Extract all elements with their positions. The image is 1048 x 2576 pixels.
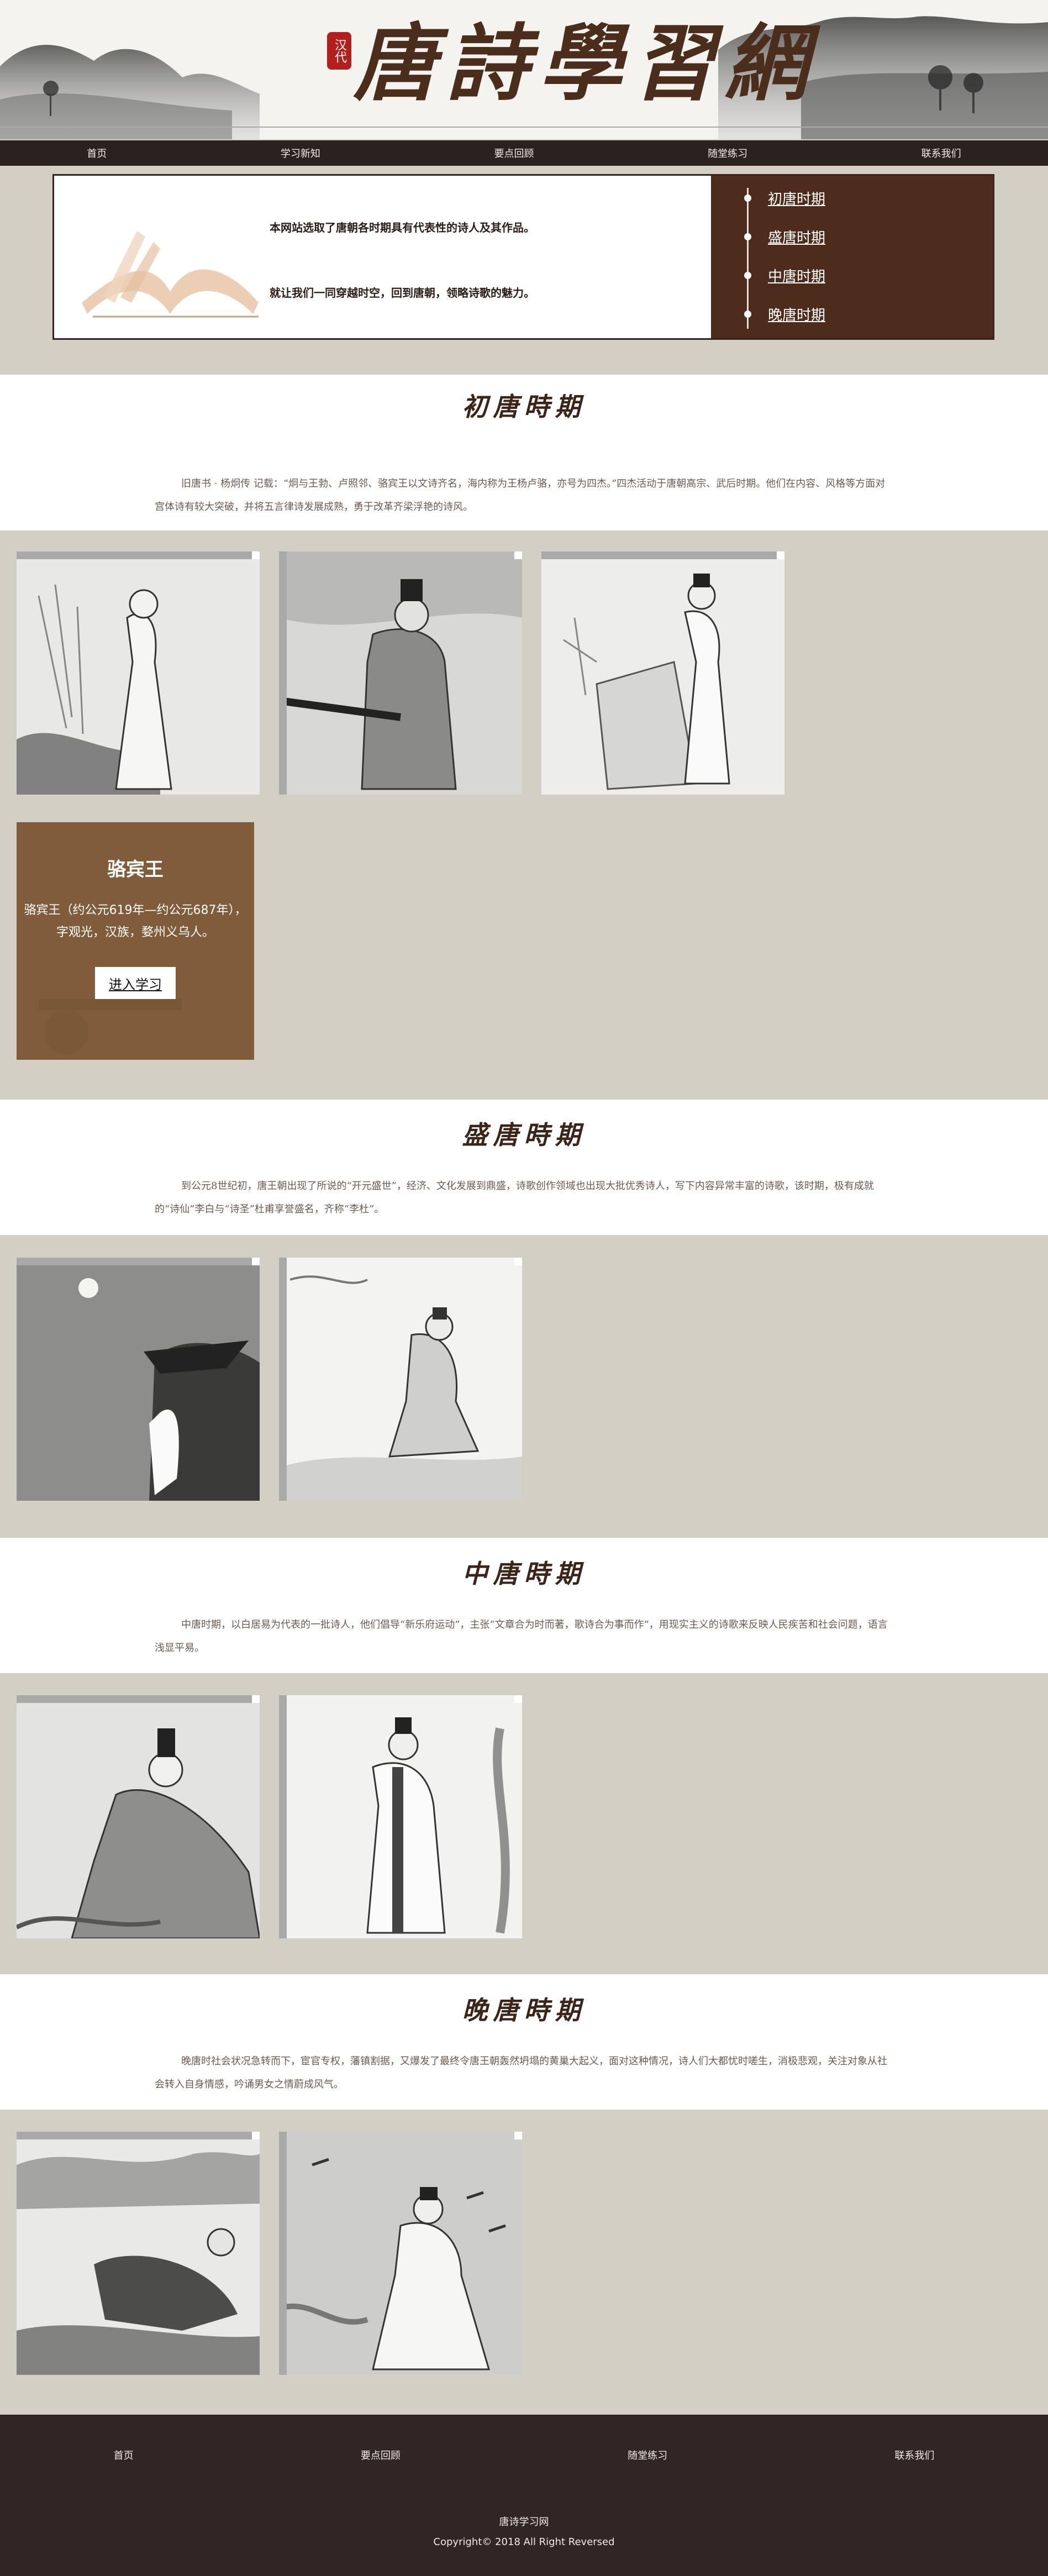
- poet-portrait-image: [279, 551, 522, 795]
- timeline-dot-icon: [744, 311, 751, 318]
- poet-card[interactable]: [279, 551, 522, 795]
- card-frame: [279, 1695, 287, 1938]
- nav-practice[interactable]: 随堂练习: [708, 146, 747, 160]
- card-corner: [777, 551, 784, 559]
- nav-review[interactable]: 要点回顾: [494, 146, 534, 160]
- poet-bio-line-1: 骆宾王（约公元619年—约公元687年），: [24, 903, 247, 917]
- card-frame: [17, 1258, 260, 1265]
- card-frame: [17, 2132, 260, 2139]
- open-book-illustration: [82, 231, 259, 318]
- section-title-late-tang: 晚唐時期: [462, 1995, 586, 2025]
- intro-box: 本网站选取了唐朝各时期具有代表性的诗人及其作品。 就让我们一同穿越时空，回到唐朝…: [52, 174, 994, 340]
- poet-card-overlay: 骆宾王 骆宾王（约公元619年—约公元687年）， 字观光，汉族，婺州义乌人。 …: [17, 822, 254, 1060]
- intro-text-2: 就让我们一同穿越时空，回到唐朝，领略诗歌的魅力。: [270, 286, 535, 299]
- card-frame: [279, 551, 287, 795]
- site-logo-title: 唐詩學習網: [354, 15, 818, 112]
- section-desc-high-tang: 到公元8世纪初，唐王朝出现了所说的“开元盛世”，经济、文化发展到鼎盛，诗歌创作领…: [155, 1180, 874, 1215]
- era-link-high-tang[interactable]: 盛唐时期: [768, 227, 825, 247]
- section-title-early-tang: 初唐時期: [462, 392, 586, 422]
- footer-nav-review[interactable]: 要点回顾: [361, 2448, 401, 2462]
- poet-bio: 骆宾王（约公元619年—约公元687年）， 字观光，汉族，婺州义乌人。: [17, 900, 254, 944]
- card-corner: [514, 551, 522, 559]
- poet-portrait-image: [17, 2132, 260, 2375]
- era-item-high: 盛唐时期: [744, 227, 825, 247]
- card-frame: [541, 551, 784, 559]
- top-nav: 首页 学习新知 要点回顾 随堂练习 联系我们: [0, 140, 1048, 166]
- era-menu: 初唐时期 盛唐时期 中唐时期 晚唐时期: [711, 176, 993, 338]
- footer-nav-practice[interactable]: 随堂练习: [628, 2448, 667, 2462]
- poet-portrait-image: [279, 1695, 522, 1938]
- card-corner: [252, 1695, 260, 1703]
- timeline-dot-icon: [744, 194, 751, 202]
- card-frame: [17, 1695, 260, 1703]
- card-corner: [514, 2132, 522, 2139]
- era-item-early: 初唐时期: [744, 188, 825, 208]
- poet-card[interactable]: [279, 1695, 522, 1938]
- footer-copyright: Copyright© 2018 All Right Reversed: [433, 2536, 615, 2548]
- seal-stamp: 汉代: [327, 32, 351, 70]
- poet-portrait-image: [541, 551, 784, 795]
- era-link-late-tang[interactable]: 晚唐时期: [768, 304, 825, 324]
- poet-portrait-image: [279, 2132, 522, 2375]
- poet-card[interactable]: [17, 1695, 260, 1938]
- nav-learn[interactable]: 学习新知: [281, 146, 320, 160]
- poet-card[interactable]: [279, 1258, 522, 1501]
- poet-portrait-image: [17, 1695, 260, 1938]
- era-link-early-tang[interactable]: 初唐时期: [768, 188, 825, 208]
- footer-site-name: 唐诗学习网: [499, 2516, 549, 2528]
- section-desc-middle-tang: 中唐时期，以白居易为代表的一批诗人，他们倡导“新乐府运动”，主张“文章合为时而著…: [155, 1619, 888, 1654]
- header-banner: 汉代 唐詩學習網: [0, 0, 1048, 139]
- poet-portrait-image: [17, 1258, 260, 1501]
- poet-bio-line-2: 字观光，汉族，婺州义乌人。: [56, 926, 214, 939]
- era-item-middle: 中唐时期: [744, 265, 825, 286]
- footer-nav-home[interactable]: 首页: [114, 2448, 134, 2462]
- poet-name: 骆宾王: [107, 859, 164, 881]
- poet-card[interactable]: [279, 2132, 522, 2375]
- poet-portrait-image: [17, 551, 260, 795]
- enter-study-button[interactable]: 进入学习: [95, 967, 176, 999]
- timeline-dot-icon: [744, 272, 751, 279]
- poet-card[interactable]: [17, 1258, 260, 1501]
- nav-home[interactable]: 首页: [87, 146, 107, 160]
- card-corner: [514, 1258, 522, 1265]
- card-corner: [252, 551, 260, 559]
- poet-portrait-image: [279, 1258, 522, 1501]
- poet-card[interactable]: [17, 551, 260, 795]
- card-frame: [279, 2132, 287, 2375]
- card-corner: [514, 1695, 522, 1703]
- footer-nav-contact[interactable]: 联系我们: [894, 2448, 934, 2462]
- card-corner: [252, 1258, 260, 1265]
- page-footer: 首页 要点回顾 随堂练习 联系我们 唐诗学习网 Copyright© 2018 …: [0, 2415, 1048, 2576]
- poet-card[interactable]: [541, 551, 784, 795]
- card-frame: [17, 551, 259, 559]
- footer-nav: 首页 要点回顾 随堂练习 联系我们: [0, 2448, 1048, 2462]
- section-desc-early-tang: 旧唐书 · 杨炯传 记载：“炯与王勃、卢照邻、骆宾王以文诗齐名，海内称为王杨卢骆…: [155, 478, 886, 513]
- era-item-late: 晚唐时期: [744, 304, 825, 324]
- intro-text-1: 本网站选取了唐朝各时期具有代表性的诗人及其作品。: [270, 221, 535, 234]
- section-desc-late-tang: 晚唐时社会状况急转而下，宦官专权，藩镇割据，又爆发了最终令唐王朝轰然坍塌的黄巢大…: [155, 2055, 887, 2090]
- section-title-middle-tang: 中唐時期: [462, 1559, 586, 1589]
- nav-contact[interactable]: 联系我们: [921, 146, 961, 160]
- card-corner: [252, 2132, 260, 2139]
- timeline-dot-icon: [744, 233, 751, 240]
- card-frame: [279, 1258, 287, 1501]
- era-link-middle-tang[interactable]: 中唐时期: [768, 265, 825, 286]
- section-title-high-tang: 盛唐時期: [462, 1120, 586, 1150]
- poet-card[interactable]: [17, 2132, 260, 2375]
